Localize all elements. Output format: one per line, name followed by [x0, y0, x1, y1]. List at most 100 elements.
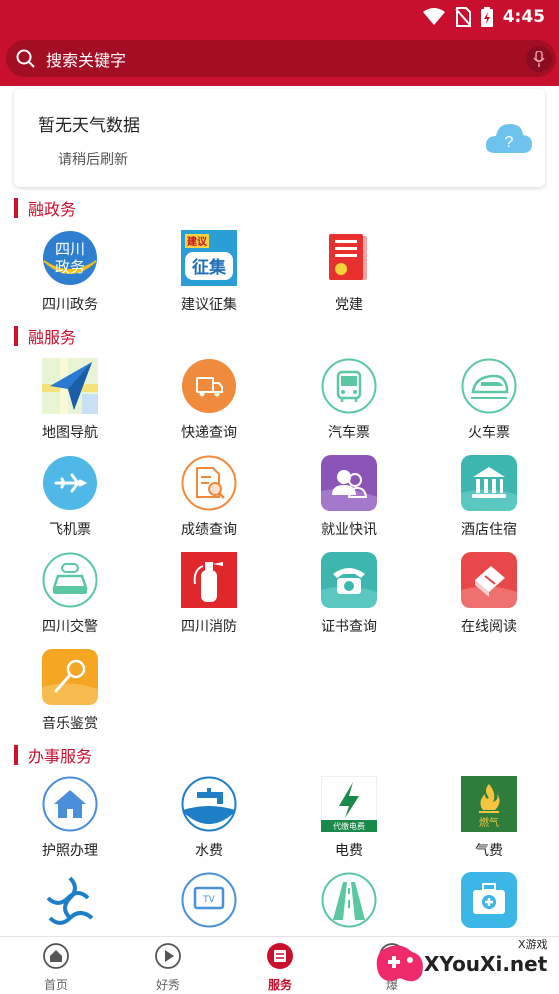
tile-express[interactable]: 快递查询 [139, 358, 279, 450]
wifi-icon [422, 8, 445, 25]
telephone-icon [321, 552, 377, 608]
cloud-mark-text: ? [505, 134, 514, 151]
water-tap-icon [181, 776, 237, 832]
tile-label: 四川交警 [42, 619, 98, 635]
tile-passport[interactable]: 护照办理 [0, 776, 140, 868]
nav-haoxiu-label: 好秀 [155, 978, 180, 992]
bus-icon [321, 358, 377, 414]
watermark-small-text: X游戏 [518, 938, 548, 951]
suggestion-icon-main: 征集 [192, 257, 227, 278]
electric-bolt-icon: 代缴电费 [321, 776, 377, 832]
tile-label: 在线阅读 [461, 619, 517, 635]
status-icons: 4:45 [422, 6, 545, 28]
house-icon [42, 776, 98, 832]
nav-home-label: 首页 [43, 978, 68, 992]
suggestion-icon-top: 建议 [186, 235, 208, 248]
tile-label: 护照办理 [42, 843, 98, 859]
tv-icon: TV [181, 872, 237, 928]
tile-employment[interactable]: 就业快讯 [279, 455, 419, 547]
tile-certificate[interactable]: 证书查询 [279, 552, 419, 644]
fire-extinguisher-icon [181, 552, 237, 608]
airplane-icon [43, 456, 97, 510]
tile-train-ticket[interactable]: 火车票 [419, 358, 559, 450]
microphone-music-icon [42, 649, 98, 705]
cloud-question-icon: ? [485, 124, 532, 153]
tile-label: 四川消防 [181, 619, 237, 635]
tile-label: 地图导航 [42, 425, 98, 441]
tile-electric-bill[interactable]: 代缴电费 电费 [279, 776, 419, 868]
tile-bus-ticket[interactable]: 汽车票 [279, 358, 419, 450]
gamepad-logo-icon [376, 945, 423, 982]
section-service-title: 融服务 [28, 328, 77, 347]
train-icon [461, 358, 517, 414]
tile-score-query[interactable]: 成绩查询 [139, 455, 279, 547]
tile-party[interactable]: 党建 [279, 230, 419, 322]
book-icon [461, 552, 517, 608]
home-icon [43, 943, 69, 969]
section-gov-header: 融政务 [14, 197, 76, 219]
search-input[interactable]: 搜索关键字 [46, 47, 526, 71]
tile-map-navigation[interactable]: 地图导航 [0, 358, 140, 450]
medical-kit-icon [461, 872, 517, 928]
tile-hotel[interactable]: 酒店住宿 [419, 455, 559, 547]
battery-icon [480, 7, 493, 27]
tile-traffic-police[interactable]: 四川交警 [0, 552, 140, 644]
tile-label: 电费 [335, 843, 363, 859]
watermark-text: XYouXi.net [424, 952, 548, 976]
electric-caption: 代缴电费 [333, 821, 365, 831]
status-bar: 4:45 [0, 0, 559, 36]
watermark-logo: X游戏 XYouXi.net [372, 930, 559, 994]
mic-button[interactable] [526, 45, 552, 72]
people-icon [321, 455, 377, 511]
tile-label: 气费 [475, 843, 503, 859]
nav-service[interactable]: 服务 [250, 943, 310, 993]
car-icon [42, 552, 98, 608]
weather-subtitle: 请稍后刷新 [58, 152, 128, 168]
tile-label: 酒店住宿 [461, 522, 517, 538]
play-icon [155, 943, 181, 969]
tv-icon-text: TV [202, 895, 215, 905]
party-building-icon [329, 234, 367, 280]
score-document-icon [181, 455, 237, 511]
weather-title: 暂无天气数据 [38, 116, 140, 136]
search-icon [16, 49, 35, 68]
gas-flame-icon: 燃气 [461, 776, 517, 832]
bank-building-icon [461, 455, 517, 511]
section-marker [14, 745, 18, 765]
section-marker [14, 326, 18, 346]
tile-gas-bill[interactable]: 燃气 气费 [419, 776, 559, 868]
sichuan-gov-icon: 四川 政务 [43, 231, 97, 285]
search-icon-wrap [6, 40, 46, 77]
tile-suggestion[interactable]: 建议 征集 建议征集 [139, 230, 279, 322]
nav-service-label: 服务 [267, 978, 292, 992]
gas-caption: 燃气 [479, 816, 499, 829]
tile-label: 水费 [195, 843, 223, 859]
road-icon [321, 872, 377, 928]
tile-label: 党建 [335, 297, 363, 313]
weather-card[interactable]: 暂无天气数据 请稍后刷新 ? [14, 89, 545, 187]
nav-home[interactable]: 首页 [26, 943, 86, 993]
section-affairs-title: 办事服务 [28, 747, 93, 766]
service-newspaper-icon [267, 943, 293, 969]
tile-label: 就业快讯 [321, 522, 377, 538]
tile-fire-service[interactable]: 四川消防 [139, 552, 279, 644]
sichuan-gov-icon-line1: 四川 [55, 240, 85, 258]
status-time: 4:45 [502, 7, 545, 27]
section-service-header: 融服务 [14, 325, 76, 347]
tile-label: 快递查询 [181, 425, 237, 441]
tile-flight-ticket[interactable]: 飞机票 [0, 455, 140, 547]
section-gov-title: 融政务 [28, 200, 77, 219]
nav-haoxiu[interactable]: 好秀 [138, 943, 198, 993]
tile-music[interactable]: 音乐鉴赏 [0, 649, 140, 741]
no-sim-icon [454, 7, 471, 27]
sichuan-gov-icon-line2: 政务 [55, 258, 85, 276]
search-bar[interactable]: 搜索关键字 [6, 40, 556, 77]
tile-label: 四川政务 [42, 297, 98, 313]
suggestion-icon: 建议 征集 [181, 230, 237, 286]
tile-water-bill[interactable]: 水费 [139, 776, 279, 868]
express-truck-icon [182, 359, 236, 413]
tile-sichuan-gov[interactable]: 四川 政务 四川政务 [0, 230, 140, 322]
tile-online-reading[interactable]: 在线阅读 [419, 552, 559, 644]
top-bar: 4:45 搜索关键字 [0, 0, 559, 86]
tile-label: 音乐鉴赏 [42, 716, 98, 732]
